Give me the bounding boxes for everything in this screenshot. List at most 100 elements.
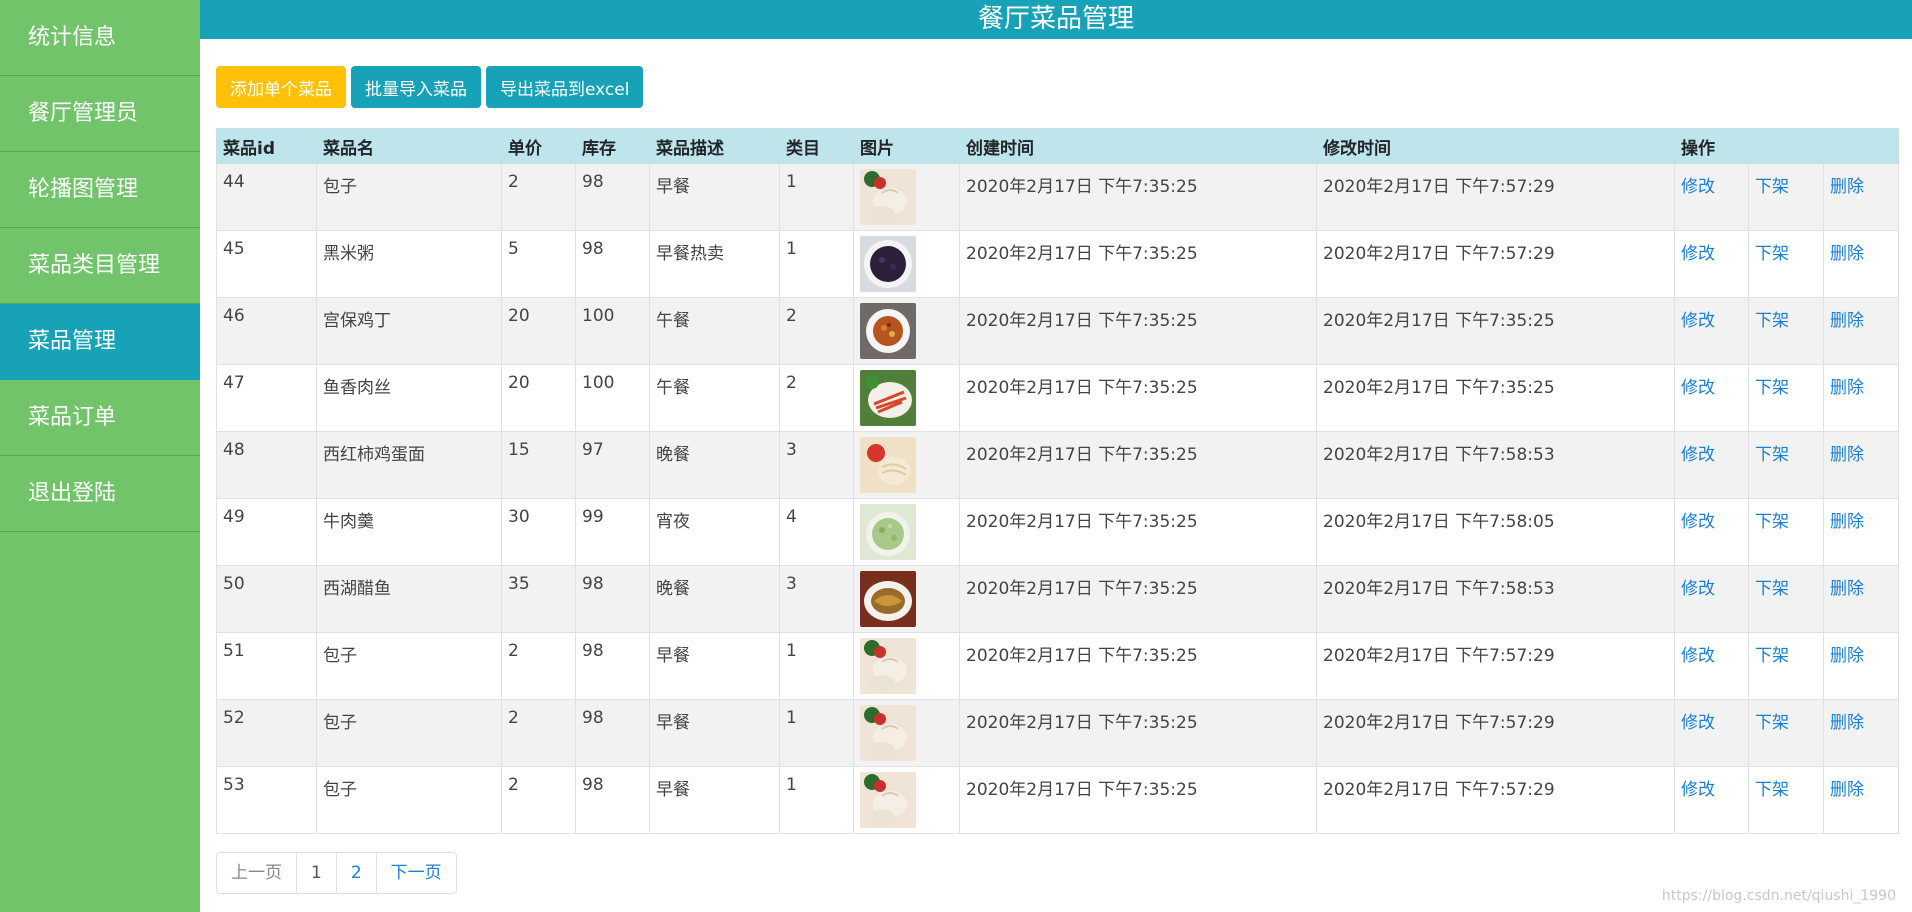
dish-table: 菜品id 菜品名 单价 库存 菜品描述 类目 图片 创建时间 修改时间 操作 4… bbox=[216, 128, 1900, 834]
cell-name: 宫保鸡丁 bbox=[316, 297, 502, 365]
cell-offshelf: 下架 bbox=[1748, 364, 1824, 432]
add-dish-button[interactable]: 添加单个菜品 bbox=[216, 66, 346, 108]
main-content: 添加单个菜品 批量导入菜品 导出菜品到excel 菜品id 菜品名 单价 库存 bbox=[216, 66, 1900, 894]
cell-category: 1 bbox=[779, 699, 854, 767]
delete-link[interactable]: 删除 bbox=[1830, 579, 1864, 599]
header-price: 单价 bbox=[501, 128, 576, 164]
cell-id: 46 bbox=[216, 297, 317, 365]
cell-edit: 修改 bbox=[1674, 565, 1749, 633]
header-modified: 修改时间 bbox=[1316, 128, 1675, 164]
offshelf-link[interactable]: 下架 bbox=[1755, 177, 1789, 197]
cell-stock: 98 bbox=[575, 766, 650, 834]
cell-image bbox=[853, 699, 960, 767]
cell-created: 2020年2月17日 下午7:35:25 bbox=[959, 498, 1317, 566]
edit-link[interactable]: 修改 bbox=[1681, 512, 1715, 532]
edit-link[interactable]: 修改 bbox=[1681, 713, 1715, 733]
cell-id: 51 bbox=[216, 632, 317, 700]
offshelf-link[interactable]: 下架 bbox=[1755, 311, 1789, 331]
cell-delete: 删除 bbox=[1822, 163, 1900, 231]
sidebar-item-statistics[interactable]: 统计信息 bbox=[0, 0, 200, 76]
cell-description: 晚餐 bbox=[649, 565, 780, 633]
table-row: 45 黑米粥 5 98 早餐热卖 1 2020年2月17日 下午7:35:25 2020年2月… bbox=[216, 230, 1900, 298]
edit-link[interactable]: 修改 bbox=[1681, 445, 1715, 465]
delete-link[interactable]: 删除 bbox=[1830, 177, 1864, 197]
prev-page-button[interactable]: 上一页 bbox=[217, 853, 297, 893]
cell-stock: 98 bbox=[575, 163, 650, 231]
offshelf-link[interactable]: 下架 bbox=[1755, 646, 1789, 666]
sidebar-item-carousel[interactable]: 轮播图管理 bbox=[0, 152, 200, 228]
cell-created: 2020年2月17日 下午7:35:25 bbox=[959, 699, 1317, 767]
cell-delete: 删除 bbox=[1822, 431, 1900, 499]
cell-description: 早餐热卖 bbox=[649, 230, 780, 298]
page-2-button[interactable]: 2 bbox=[337, 853, 377, 893]
cell-created: 2020年2月17日 下午7:35:25 bbox=[959, 632, 1317, 700]
edit-link[interactable]: 修改 bbox=[1681, 177, 1715, 197]
delete-link[interactable]: 删除 bbox=[1830, 244, 1864, 264]
table-row: 48 西红柿鸡蛋面 15 97 晚餐 3 2020年2月17日 下午7:35:25 2020年… bbox=[216, 431, 1900, 499]
edit-link[interactable]: 修改 bbox=[1681, 780, 1715, 800]
header-name: 菜品名 bbox=[316, 128, 502, 164]
export-excel-button[interactable]: 导出菜品到excel bbox=[486, 66, 644, 108]
cell-id: 48 bbox=[216, 431, 317, 499]
offshelf-link[interactable]: 下架 bbox=[1755, 579, 1789, 599]
table-row: 46 宫保鸡丁 20 100 午餐 2 2020年2月17日 下午7:35:25 2020年2… bbox=[216, 297, 1900, 365]
cell-edit: 修改 bbox=[1674, 699, 1749, 767]
cell-offshelf: 下架 bbox=[1748, 297, 1824, 365]
cell-price: 35 bbox=[501, 565, 576, 633]
cell-image bbox=[853, 297, 960, 365]
cell-id: 52 bbox=[216, 699, 317, 767]
sidebar: 统计信息 餐厅管理员 轮播图管理 菜品类目管理 菜品管理 菜品订单 退出登陆 bbox=[0, 0, 200, 912]
dish-thumbnail bbox=[860, 169, 916, 225]
next-page-button[interactable]: 下一页 bbox=[377, 853, 456, 893]
sidebar-item-categories[interactable]: 菜品类目管理 bbox=[0, 228, 200, 304]
cell-category: 3 bbox=[779, 431, 854, 499]
cell-stock: 98 bbox=[575, 230, 650, 298]
offshelf-link[interactable]: 下架 bbox=[1755, 445, 1789, 465]
cell-delete: 删除 bbox=[1822, 565, 1900, 633]
delete-link[interactable]: 删除 bbox=[1830, 646, 1864, 666]
cell-modified: 2020年2月17日 下午7:58:05 bbox=[1316, 498, 1675, 566]
table-row: 47 鱼香肉丝 20 100 午餐 2 2020年2月17日 下午7:35:25 2020年2… bbox=[216, 364, 1900, 432]
cell-stock: 99 bbox=[575, 498, 650, 566]
offshelf-link[interactable]: 下架 bbox=[1755, 512, 1789, 532]
delete-link[interactable]: 删除 bbox=[1830, 780, 1864, 800]
offshelf-link[interactable]: 下架 bbox=[1755, 780, 1789, 800]
cell-category: 1 bbox=[779, 230, 854, 298]
edit-link[interactable]: 修改 bbox=[1681, 646, 1715, 666]
cell-edit: 修改 bbox=[1674, 632, 1749, 700]
edit-link[interactable]: 修改 bbox=[1681, 244, 1715, 264]
cell-delete: 删除 bbox=[1822, 498, 1900, 566]
cell-created: 2020年2月17日 下午7:35:25 bbox=[959, 364, 1317, 432]
sidebar-item-logout[interactable]: 退出登陆 bbox=[0, 456, 200, 532]
dish-thumbnail bbox=[860, 571, 916, 627]
sidebar-item-admins[interactable]: 餐厅管理员 bbox=[0, 76, 200, 152]
cell-edit: 修改 bbox=[1674, 163, 1749, 231]
edit-link[interactable]: 修改 bbox=[1681, 579, 1715, 599]
cell-category: 2 bbox=[779, 364, 854, 432]
delete-link[interactable]: 删除 bbox=[1830, 378, 1864, 398]
delete-link[interactable]: 删除 bbox=[1830, 445, 1864, 465]
cell-stock: 98 bbox=[575, 632, 650, 700]
cell-category: 1 bbox=[779, 163, 854, 231]
cell-delete: 删除 bbox=[1822, 230, 1900, 298]
delete-link[interactable]: 删除 bbox=[1830, 512, 1864, 532]
table-row: 44 包子 2 98 早餐 1 2020年2月17日 下午7:35:25 2020年2月17日… bbox=[216, 163, 1900, 231]
dish-thumbnail bbox=[860, 705, 916, 761]
page-1-button[interactable]: 1 bbox=[297, 853, 337, 893]
cell-modified: 2020年2月17日 下午7:35:25 bbox=[1316, 297, 1675, 365]
delete-link[interactable]: 删除 bbox=[1830, 311, 1864, 331]
delete-link[interactable]: 删除 bbox=[1830, 713, 1864, 733]
pagination: 上一页 1 2 下一页 bbox=[216, 852, 457, 894]
offshelf-link[interactable]: 下架 bbox=[1755, 713, 1789, 733]
edit-link[interactable]: 修改 bbox=[1681, 311, 1715, 331]
cell-image bbox=[853, 766, 960, 834]
sidebar-item-dishes[interactable]: 菜品管理 bbox=[0, 304, 200, 380]
cell-created: 2020年2月17日 下午7:35:25 bbox=[959, 431, 1317, 499]
edit-link[interactable]: 修改 bbox=[1681, 378, 1715, 398]
sidebar-item-orders[interactable]: 菜品订单 bbox=[0, 380, 200, 456]
import-dishes-button[interactable]: 批量导入菜品 bbox=[351, 66, 481, 108]
cell-modified: 2020年2月17日 下午7:35:25 bbox=[1316, 364, 1675, 432]
offshelf-link[interactable]: 下架 bbox=[1755, 244, 1789, 264]
header-stock: 库存 bbox=[575, 128, 650, 164]
offshelf-link[interactable]: 下架 bbox=[1755, 378, 1789, 398]
